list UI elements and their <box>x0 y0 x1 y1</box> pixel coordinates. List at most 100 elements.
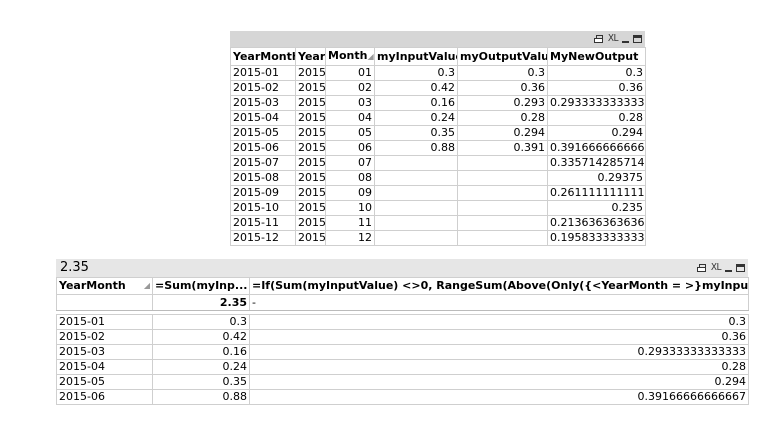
table-row[interactable]: 2015-10 2015 10 0.235 <box>230 200 646 216</box>
col-header-if-expression[interactable]: =If(Sum(myInputValue) <>0, RangeSum(Abov… <box>249 277 749 295</box>
table-row[interactable]: 2015-05 2015 05 0.35 0.294 0.294 <box>230 125 646 141</box>
table-row[interactable]: 2015-11201511 0.21363636363636 <box>230 215 646 231</box>
table-cell: 0.28 <box>547 110 646 126</box>
col-header-year[interactable]: Year <box>295 47 326 66</box>
table-row[interactable]: 2015-12201512 0.19583333333333 <box>230 230 646 246</box>
table-cell: 0.21363636363636 <box>547 215 646 231</box>
table-cell: 0.391 <box>457 140 548 156</box>
table-cell: 2015-09 <box>230 185 296 201</box>
table-cell: 0.294 <box>249 374 749 390</box>
table-cell <box>374 200 458 216</box>
table-cell: 2015 <box>295 95 326 111</box>
table-cell: 02 <box>325 80 375 96</box>
table-cell <box>457 200 548 216</box>
table-cell: 2015 <box>295 170 326 186</box>
col-header-yearmonth[interactable]: YearMonth <box>230 47 296 66</box>
table-cell: 0.16 <box>374 95 458 111</box>
col-header-sum-input[interactable]: =Sum(myInp... <box>152 277 250 295</box>
table-cell: 11 <box>325 215 375 231</box>
table-cell: 0.29375 <box>547 170 646 186</box>
minimize-icon[interactable] <box>725 270 732 272</box>
col-header-mynewoutput[interactable]: MyNewOutput <box>547 47 646 66</box>
table-row[interactable]: 2015-02 2015 02 0.42 0.36 0.36 <box>230 80 646 96</box>
table-cell <box>457 215 548 231</box>
table-cell: 0.88 <box>152 389 250 405</box>
bottom-table-object: 2.35 XL YearMonth ◢ =Sum(myInp... =If(Sum… <box>56 259 749 405</box>
sort-icon: ◢ <box>143 281 150 290</box>
table-row[interactable]: 2015-03 0.16 0.29333333333333 <box>56 344 749 360</box>
table-cell: 2015-02 <box>56 329 153 345</box>
table-row[interactable]: 2015-04 2015 04 0.24 0.28 0.28 <box>230 110 646 126</box>
table-row[interactable]: 2015-07201507 0.33571428571429 <box>230 155 646 171</box>
table-cell: 0.35 <box>152 374 250 390</box>
table-cell: 0.3 <box>374 65 458 81</box>
col-header-month[interactable]: Month◢ <box>325 47 375 66</box>
table-cell <box>457 170 548 186</box>
table-cell: 2015-04 <box>230 110 296 126</box>
top-table-header-row: YearMonth Year Month◢ myInputValue myOut… <box>230 47 646 66</box>
print-icon[interactable] <box>593 34 604 44</box>
table-cell <box>457 155 548 171</box>
table-cell: 12 <box>325 230 375 246</box>
table-cell: 0.36 <box>457 80 548 96</box>
minimize-icon[interactable] <box>622 41 629 43</box>
maximize-icon[interactable] <box>633 35 642 43</box>
bottom-table-caption: 2.35 XL <box>56 259 748 277</box>
totals-row: 2.35 - <box>56 294 749 311</box>
table-cell: 10 <box>325 200 375 216</box>
col-header-myoutputvalue[interactable]: myOutputValue <box>457 47 548 66</box>
col-header-yearmonth-label: YearMonth <box>59 279 126 292</box>
table-cell: 0.29333333333333 <box>249 344 749 360</box>
table-cell: 0.294 <box>457 125 548 141</box>
col-header-yearmonth[interactable]: YearMonth ◢ <box>56 277 153 295</box>
table-row[interactable]: 2015-04 0.24 0.28 <box>56 359 749 375</box>
table-cell: 2015-03 <box>230 95 296 111</box>
table-cell: 2015 <box>295 200 326 216</box>
bottom-table-title: 2.35 <box>60 260 89 275</box>
print-icon[interactable] <box>696 263 707 273</box>
table-cell <box>457 185 548 201</box>
table-cell: 0.3 <box>152 314 250 330</box>
table-cell: 0.39166666666667 <box>547 140 646 156</box>
table-cell: 0.36 <box>547 80 646 96</box>
table-row[interactable]: 2015-032015030.160.2930.29333333333333 <box>230 95 646 111</box>
table-cell: 2015 <box>295 125 326 141</box>
table-cell: 0.26111111111111 <box>547 185 646 201</box>
table-cell: 2015 <box>295 80 326 96</box>
table-cell: 04 <box>325 110 375 126</box>
table-cell: 08 <box>325 170 375 186</box>
table-cell: 0.29333333333333 <box>547 95 646 111</box>
table-cell <box>374 185 458 201</box>
xl-icon[interactable]: XL <box>608 33 619 45</box>
maximize-icon[interactable] <box>736 264 745 272</box>
table-cell: 0.36 <box>249 329 749 345</box>
table-row[interactable]: 2015-06 0.88 0.39166666666667 <box>56 389 749 405</box>
table-row[interactable]: 2015-02 0.42 0.36 <box>56 329 749 345</box>
table-cell: 0.3 <box>249 314 749 330</box>
table-cell: 0.235 <box>547 200 646 216</box>
table-cell: 2015-05 <box>230 125 296 141</box>
table-cell: 0.42 <box>152 329 250 345</box>
table-cell: 0.39166666666667 <box>249 389 749 405</box>
table-row[interactable]: 2015-08 2015 08 0.29375 <box>230 170 646 186</box>
table-cell: 2015-10 <box>230 200 296 216</box>
xl-icon[interactable]: XL <box>711 262 722 274</box>
table-cell <box>374 230 458 246</box>
col-header-myinputvalue[interactable]: myInputValue <box>374 47 458 66</box>
table-row[interactable]: 2015-01 0.3 0.3 <box>56 314 749 330</box>
table-cell: 2015 <box>295 65 326 81</box>
bottom-table-body: 2.35 - 2015-01 0.3 0.3 2015-02 0.42 0.36 2015-… <box>56 294 749 405</box>
table-cell: 2015 <box>295 140 326 156</box>
table-cell: 2015-04 <box>56 359 153 375</box>
table-cell: 2015 <box>295 185 326 201</box>
table-cell: 2015 <box>295 230 326 246</box>
table-row[interactable]: 2015-05 0.35 0.294 <box>56 374 749 390</box>
table-row[interactable]: 2015-09201509 0.26111111111111 <box>230 185 646 201</box>
bottom-table-header-row: YearMonth ◢ =Sum(myInp... =If(Sum(myInput… <box>56 277 749 295</box>
top-table-caption: XL <box>230 31 645 47</box>
bottom-table-caption-icons: XL <box>696 262 745 274</box>
top-table-object: XL YearMonth Year Month◢ myInputValue my… <box>230 31 646 246</box>
table-cell: 0.33571428571429 <box>547 155 646 171</box>
table-row[interactable]: 2015-062015060.880.3910.39166666666667 <box>230 140 646 156</box>
table-row[interactable]: 2015-01 2015 01 0.3 0.3 0.3 <box>230 65 646 81</box>
